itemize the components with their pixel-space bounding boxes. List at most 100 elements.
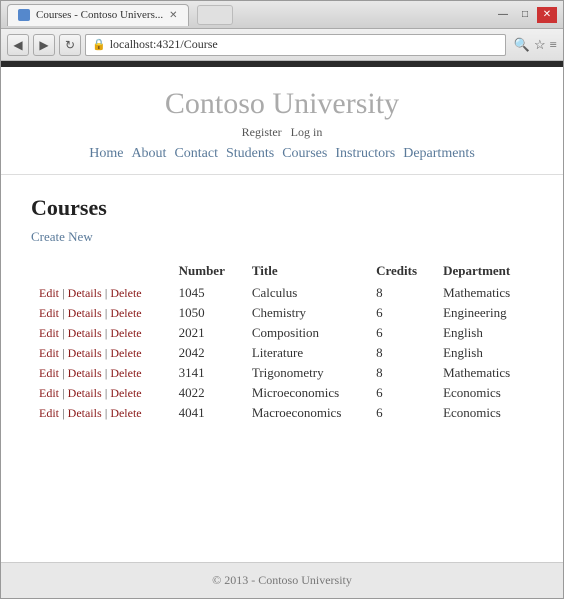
row-number: 4022 (171, 383, 244, 403)
edit-link[interactable]: Edit (39, 406, 59, 420)
row-number: 4041 (171, 403, 244, 423)
details-link[interactable]: Details (68, 366, 102, 380)
edit-link[interactable]: Edit (39, 326, 59, 340)
title-bar: Courses - Contoso Univers... ✕ — □ ✕ (1, 1, 563, 29)
details-link[interactable]: Details (68, 406, 102, 420)
nav-courses[interactable]: Courses (282, 146, 327, 162)
courses-table: Number Title Credits Department Edit | D… (31, 259, 533, 423)
nav-students[interactable]: Students (226, 146, 274, 162)
new-tab-area[interactable] (197, 5, 233, 25)
tab-title: Courses - Contoso Univers... (36, 9, 163, 21)
details-link[interactable]: Details (68, 286, 102, 300)
row-actions: Edit | Details | Delete (31, 343, 171, 363)
tab-close-button[interactable]: ✕ (169, 10, 177, 21)
details-link[interactable]: Details (68, 346, 102, 360)
minimize-button[interactable]: — (493, 7, 513, 23)
browser-action-icons: 🔍 ☆ ≡ (514, 37, 557, 53)
register-link[interactable]: Register (242, 125, 282, 139)
edit-link[interactable]: Edit (39, 346, 59, 360)
edit-link[interactable]: Edit (39, 306, 59, 320)
table-row: Edit | Details | Delete 3141 Trigonometr… (31, 363, 533, 383)
row-department: English (435, 323, 533, 343)
row-number: 2021 (171, 323, 244, 343)
window-controls: — □ ✕ (493, 7, 557, 23)
row-title: Trigonometry (244, 363, 368, 383)
delete-link[interactable]: Delete (110, 306, 141, 320)
row-credits: 6 (368, 383, 435, 403)
refresh-button[interactable]: ↻ (59, 34, 81, 56)
delete-link[interactable]: Delete (110, 286, 141, 300)
row-actions: Edit | Details | Delete (31, 383, 171, 403)
row-credits: 8 (368, 363, 435, 383)
details-link[interactable]: Details (68, 326, 102, 340)
delete-link[interactable]: Delete (110, 406, 141, 420)
main-nav: Home About Contact Students Courses Inst… (1, 146, 563, 162)
details-link[interactable]: Details (68, 306, 102, 320)
col-department: Department (435, 259, 533, 283)
search-icon[interactable]: 🔍 (514, 37, 530, 53)
nav-departments[interactable]: Departments (403, 146, 475, 162)
delete-link[interactable]: Delete (110, 346, 141, 360)
col-credits: Credits (368, 259, 435, 283)
browser-tab[interactable]: Courses - Contoso Univers... ✕ (7, 4, 189, 26)
col-number: Number (171, 259, 244, 283)
bookmark-icon[interactable]: ☆ (534, 37, 546, 53)
delete-link[interactable]: Delete (110, 366, 141, 380)
address-bar[interactable]: 🔒 localhost:4321/Course (85, 34, 506, 56)
menu-icon[interactable]: ≡ (550, 37, 557, 53)
row-department: Engineering (435, 303, 533, 323)
back-button[interactable]: ◀ (7, 34, 29, 56)
row-department: Economics (435, 383, 533, 403)
close-button[interactable]: ✕ (537, 7, 557, 23)
delete-link[interactable]: Delete (110, 326, 141, 340)
login-link[interactable]: Log in (291, 125, 323, 139)
lock-icon: 🔒 (92, 38, 106, 51)
nav-about[interactable]: About (131, 146, 166, 162)
page-footer: © 2013 - Contoso University (1, 562, 563, 598)
row-title: Macroeconomics (244, 403, 368, 423)
nav-contact[interactable]: Contact (174, 146, 218, 162)
nav-home[interactable]: Home (89, 146, 123, 162)
row-title: Composition (244, 323, 368, 343)
details-link[interactable]: Details (68, 386, 102, 400)
row-department: Economics (435, 403, 533, 423)
row-number: 3141 (171, 363, 244, 383)
create-new-link[interactable]: Create New (31, 229, 93, 245)
row-credits: 8 (368, 343, 435, 363)
row-title: Chemistry (244, 303, 368, 323)
table-row: Edit | Details | Delete 4041 Macroeconom… (31, 403, 533, 423)
copyright-text: © 2013 - Contoso University (212, 573, 352, 587)
forward-button[interactable]: ▶ (33, 34, 55, 56)
col-actions (31, 259, 171, 283)
row-credits: 6 (368, 303, 435, 323)
page-body: Courses Create New Number Title Credits … (1, 175, 563, 562)
row-title: Literature (244, 343, 368, 363)
row-credits: 6 (368, 323, 435, 343)
row-actions: Edit | Details | Delete (31, 323, 171, 343)
row-actions: Edit | Details | Delete (31, 303, 171, 323)
row-number: 1045 (171, 283, 244, 303)
page-content: Contoso University Register Log in Home … (1, 67, 563, 598)
nav-instructors[interactable]: Instructors (335, 146, 395, 162)
row-title: Microeconomics (244, 383, 368, 403)
row-number: 2042 (171, 343, 244, 363)
nav-bar: ◀ ▶ ↻ 🔒 localhost:4321/Course 🔍 ☆ ≡ (1, 29, 563, 61)
url-text: localhost:4321/Course (110, 37, 218, 52)
row-number: 1050 (171, 303, 244, 323)
tab-favicon (18, 9, 30, 21)
row-actions: Edit | Details | Delete (31, 403, 171, 423)
edit-link[interactable]: Edit (39, 386, 59, 400)
delete-link[interactable]: Delete (110, 386, 141, 400)
row-title: Calculus (244, 283, 368, 303)
table-row: Edit | Details | Delete 1050 Chemistry 6… (31, 303, 533, 323)
row-department: Mathematics (435, 283, 533, 303)
col-title: Title (244, 259, 368, 283)
row-credits: 8 (368, 283, 435, 303)
table-row: Edit | Details | Delete 1045 Calculus 8 … (31, 283, 533, 303)
edit-link[interactable]: Edit (39, 286, 59, 300)
maximize-button[interactable]: □ (515, 7, 535, 23)
row-credits: 6 (368, 403, 435, 423)
edit-link[interactable]: Edit (39, 366, 59, 380)
table-row: Edit | Details | Delete 2042 Literature … (31, 343, 533, 363)
row-department: English (435, 343, 533, 363)
